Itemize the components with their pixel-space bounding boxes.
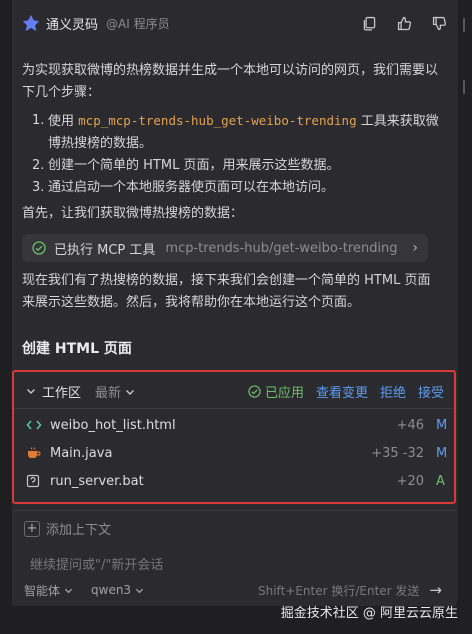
plus-icon: + [24,520,40,537]
step-number: 1. [32,113,45,128]
chevron-down-icon [64,588,73,593]
input-footer: 智能体 qwen3 Shift+Enter 换行/Enter 发送 → [24,581,442,599]
steps-list: 1. 使用 mcp_mcp-trends-hub_get-weibo-trend… [32,110,442,199]
file-status-badge: A [436,473,445,489]
workspace-panel: 工作区 最新 已应用 查看变更 拒绝 接受 weibo_hot_list.htm… [12,370,456,504]
sort-label: 最新 [95,385,122,401]
thumbs-down-icon[interactable] [431,15,448,32]
intro-paragraph: 为实现获取微博的热榜数据并生成一个本地可以访问的网页，我们需要以下几个步骤： [22,63,439,100]
chevron-down-icon [126,389,135,395]
list-item: 3. 通过启动一个本地服务器使页面可以在本地访问。 [32,177,442,199]
send-arrow-icon[interactable]: → [429,581,442,599]
diff-stat: +46 [396,417,424,433]
view-changes-link[interactable]: 查看变更 [316,382,368,401]
chat-input[interactable]: 继续提问或"/"新开会话 [30,554,163,573]
chat-panel: 通义灵码 @AI 程序员 为实现获取微博的热榜数据并生成一个本地可以访问的网页，… [12,0,458,606]
html-code-icon [26,418,44,432]
file-name: weibo_hot_list.html [50,417,176,433]
reject-link[interactable]: 拒绝 [380,382,406,401]
file-status-badge: M [436,417,448,433]
file-row[interactable]: run_server.bat +20 A [26,470,446,492]
tool-call-label: 已执行 MCP 工具 [54,242,156,258]
diff-stat: +35 -32 [371,445,424,461]
step-text: 使用 mcp_mcp-trends-hub_get-weibo-trending… [48,110,442,155]
file-name: Main.java [50,445,113,461]
list-item: 1. 使用 mcp_mcp-trends-hub_get-weibo-trend… [32,110,442,155]
file-status-badge: M [436,445,448,461]
divider [14,408,454,409]
mode-label: 智能体 [24,583,61,598]
tongyi-logo-icon [22,14,40,32]
add-context-label: 添加上下文 [46,523,112,538]
divider [463,80,469,94]
chat-input-area: + 添加上下文 继续提问或"/"新开会话 智能体 qwen3 Shift+Ent… [12,510,456,606]
brand-name: 通义灵码 [46,17,99,33]
tool-call-path: mcp-trends-hub/get-weibo-trending [165,240,398,256]
first-paragraph: 首先，让我们获取微博热搜榜的数据： [22,206,244,221]
copy-icon[interactable] [361,15,378,32]
model-label: qwen3 [91,583,132,597]
mcp-tool-call-card[interactable]: 已执行 MCP 工具 mcp-trends-hub/get-weibo-tren… [22,234,428,262]
step-text: 创建一个简单的 HTML 页面，用来展示这些数据。 [48,158,340,173]
add-context-button[interactable]: + 添加上下文 [24,519,111,538]
java-cup-icon [26,446,44,460]
model-select[interactable]: qwen3 [91,583,144,597]
chevron-down-icon [135,588,144,593]
thumbs-up-icon[interactable] [396,15,413,32]
tool-name-code: mcp_mcp-trends-hub_get-weibo-trending [78,113,357,128]
step-number: 3. [32,180,45,195]
mode-select[interactable]: 智能体 [24,582,73,599]
divider [463,18,469,32]
applied-status: 已应用 [248,382,304,401]
section-heading: 创建 HTML 页面 [22,341,132,357]
step-number: 2. [32,158,45,173]
file-name: run_server.bat [50,473,144,489]
step-text: 通过启动一个本地服务器使页面可以在本地访问。 [48,180,335,195]
chevron-down-icon[interactable] [26,386,36,396]
workspace-toolbar: 工作区 最新 已应用 查看变更 拒绝 接受 [26,380,444,402]
file-row[interactable]: Main.java +35 -32 M [26,442,448,464]
diff-stat: +20 [396,473,424,489]
agent-subtitle: @AI 程序员 [106,16,170,31]
sort-dropdown[interactable]: 最新 [95,382,135,401]
keyboard-hint: Shift+Enter 换行/Enter 发送 [258,583,420,598]
chevron-right-icon[interactable]: › [412,240,418,256]
watermark: 掘金技术社区 @ 阿里云云原生 [280,606,458,621]
step-prefix: 使用 [48,114,79,129]
side-strip [460,0,472,634]
after-paragraph: 现在我们有了热搜榜的数据，接下来我们会创建一个简单的 HTML 页面来展示这些数… [22,273,431,310]
check-circle-icon [32,241,46,255]
accept-link[interactable]: 接受 [418,382,444,401]
workspace-title: 工作区 [42,385,82,401]
message-header: 通义灵码 @AI 程序员 [22,10,448,36]
file-row[interactable]: weibo_hot_list.html +46 M [26,414,448,436]
list-item: 2. 创建一个简单的 HTML 页面，用来展示这些数据。 [32,155,442,177]
check-circle-icon [248,384,261,398]
bat-file-icon [26,474,44,488]
applied-label: 已应用 [264,385,304,401]
